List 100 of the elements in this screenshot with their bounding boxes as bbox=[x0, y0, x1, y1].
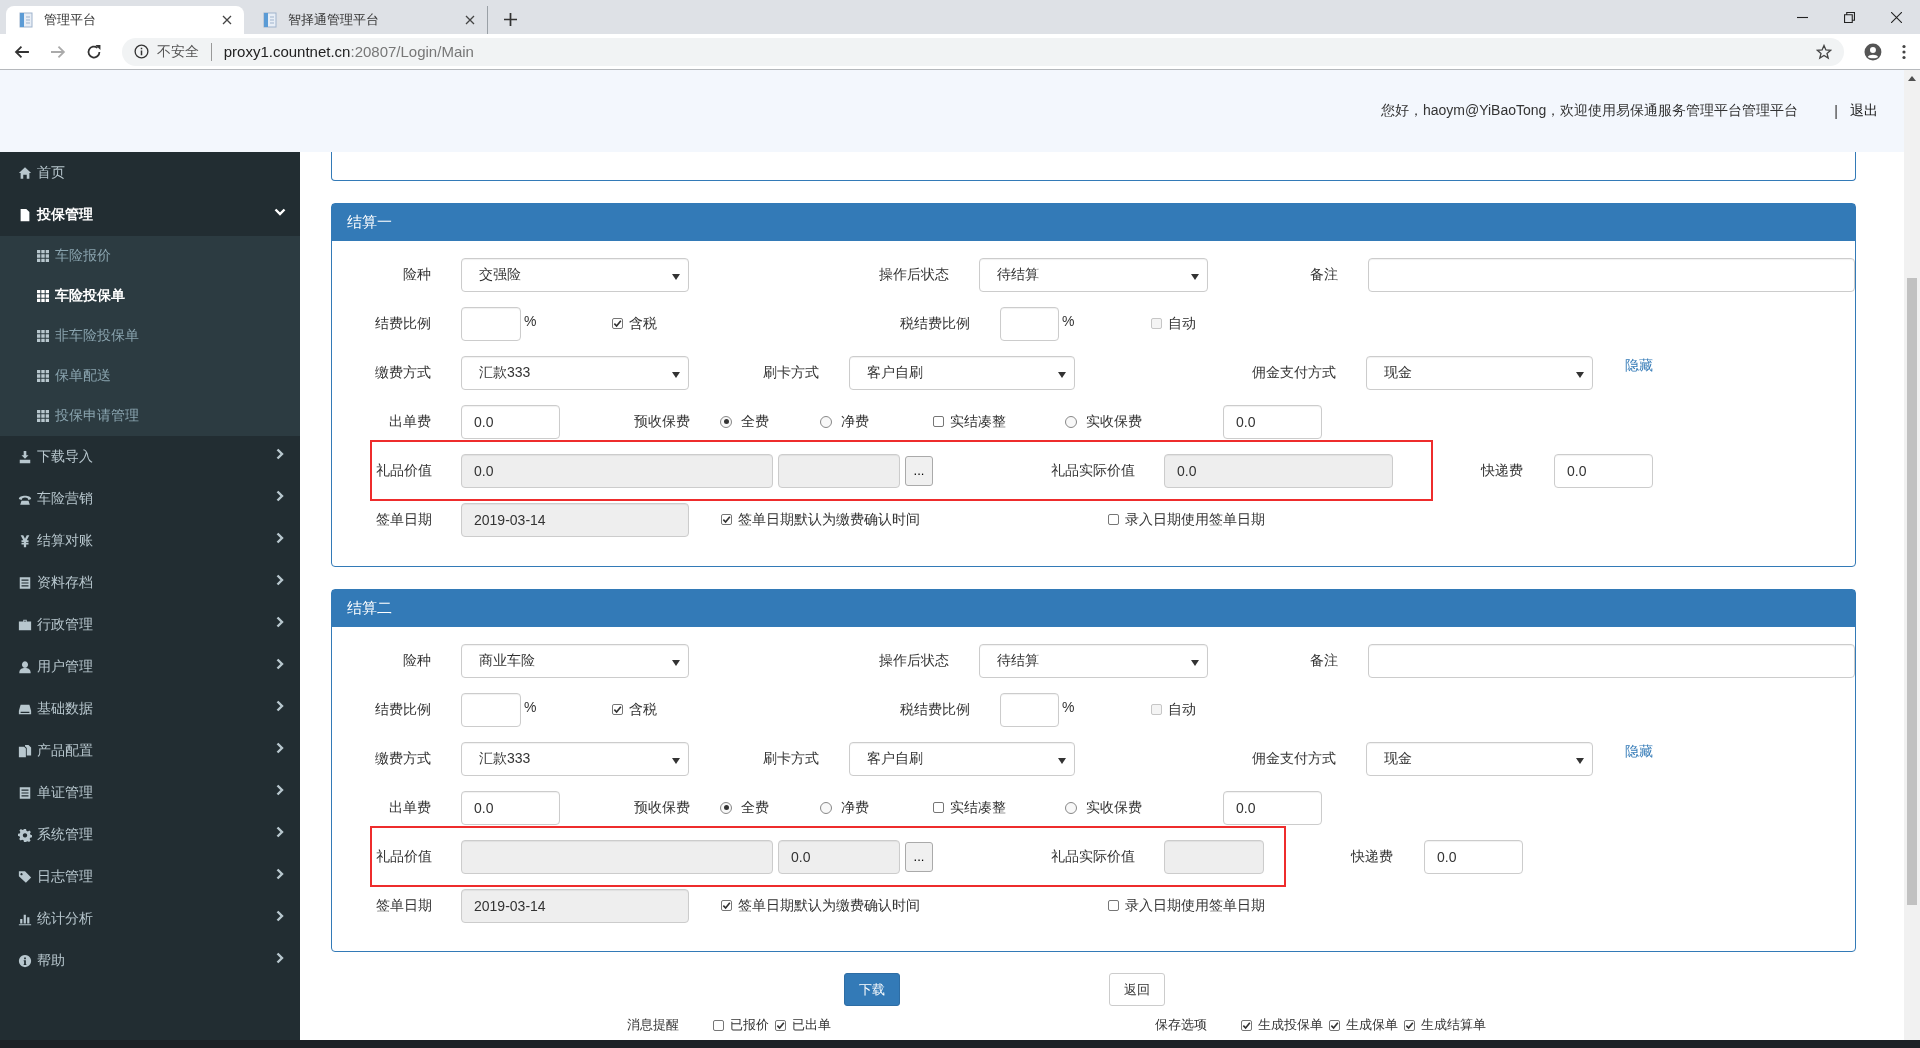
radio-button[interactable] bbox=[820, 415, 832, 428]
bar-chart-icon bbox=[18, 912, 32, 926]
grid-icon bbox=[37, 410, 49, 422]
chevron-right-icon bbox=[274, 952, 286, 964]
sidebar-item[interactable]: 系统管理 bbox=[0, 814, 300, 856]
close-icon[interactable] bbox=[465, 15, 475, 25]
checkbox[interactable] bbox=[933, 802, 944, 813]
option-group-label: 保存选项 bbox=[1155, 1016, 1208, 1034]
grid-icon bbox=[37, 330, 49, 342]
text-field[interactable] bbox=[1000, 306, 1059, 341]
dropdown[interactable]: 汇款333 bbox=[461, 741, 689, 776]
text-field[interactable]: 0.0 bbox=[1424, 839, 1523, 874]
restore-icon[interactable] bbox=[1844, 11, 1855, 23]
checkbox[interactable] bbox=[1108, 900, 1119, 911]
checkbox[interactable] bbox=[612, 318, 623, 329]
close-icon[interactable] bbox=[222, 15, 232, 25]
scrollbar-thumb[interactable] bbox=[1907, 278, 1917, 905]
sidebar-item[interactable]: 帮助 bbox=[0, 940, 300, 982]
caret-icon bbox=[1576, 371, 1584, 378]
chevron-right-icon bbox=[274, 616, 286, 628]
checkbox[interactable] bbox=[612, 704, 623, 715]
hide-link[interactable]: 隐藏 bbox=[1625, 356, 1653, 375]
address-bar[interactable]: 不安全 proxy1.countnet.cn:20807/Login/Main bbox=[121, 37, 1845, 66]
logout-link[interactable]: 退出 bbox=[1850, 102, 1878, 120]
checkbox[interactable] bbox=[1404, 1019, 1415, 1031]
sidebar-item[interactable]: 产品配置 bbox=[0, 730, 300, 772]
sidebar-item[interactable]: 单证管理 bbox=[0, 772, 300, 814]
text-field[interactable]: 0.0 bbox=[461, 404, 560, 439]
dropdown[interactable]: 待结算 bbox=[979, 257, 1208, 292]
text-field[interactable] bbox=[461, 306, 521, 341]
text-field[interactable]: 0.0 bbox=[1223, 790, 1322, 825]
dropdown[interactable]: 客户自刷 bbox=[849, 741, 1075, 776]
back-button[interactable]: 返回 bbox=[1109, 973, 1165, 1006]
dropdown[interactable]: 现金 bbox=[1366, 355, 1593, 390]
forward-icon[interactable] bbox=[49, 43, 66, 60]
radio-label: 实收保费 bbox=[1086, 412, 1142, 431]
sidebar-item[interactable]: 用户管理 bbox=[0, 646, 300, 688]
text-field[interactable] bbox=[1368, 643, 1855, 678]
account-icon[interactable] bbox=[1864, 42, 1882, 61]
briefcase-icon bbox=[18, 618, 32, 632]
grid-icon bbox=[37, 290, 49, 302]
browser-tab[interactable]: 管理平台 bbox=[6, 6, 244, 34]
text-field[interactable] bbox=[1368, 257, 1855, 292]
unit-label: % bbox=[524, 699, 538, 715]
star-icon[interactable] bbox=[1816, 43, 1833, 60]
checkbox[interactable] bbox=[1108, 514, 1119, 525]
field-label: 出单费 bbox=[388, 412, 431, 431]
download-button[interactable]: 下载 bbox=[844, 973, 900, 1006]
sidebar-item[interactable]: 行政管理 bbox=[0, 604, 300, 646]
field-label: 操作后状态 bbox=[878, 651, 949, 670]
reload-icon[interactable] bbox=[85, 43, 102, 60]
checkbox[interactable] bbox=[933, 416, 944, 427]
radio-button[interactable] bbox=[720, 415, 732, 428]
sidebar-item[interactable]: 首页 bbox=[0, 152, 300, 194]
caret-icon bbox=[1576, 757, 1584, 764]
sidebar-item[interactable]: 投保管理 bbox=[0, 194, 300, 236]
scrollbar[interactable] bbox=[1904, 70, 1920, 1040]
radio-button[interactable] bbox=[1065, 415, 1077, 428]
checkbox[interactable] bbox=[721, 900, 732, 911]
back-icon[interactable] bbox=[14, 43, 30, 60]
submenu-item[interactable]: 非车险投保单 bbox=[0, 316, 300, 356]
text-field[interactable]: 0.0 bbox=[1554, 453, 1653, 488]
checkbox[interactable] bbox=[721, 514, 732, 525]
settings-icon bbox=[18, 828, 32, 842]
submenu-item[interactable]: 车险报价 bbox=[0, 236, 300, 276]
checkbox[interactable] bbox=[713, 1019, 724, 1031]
dropdown[interactable]: 现金 bbox=[1366, 741, 1593, 776]
dropdown[interactable]: 客户自刷 bbox=[849, 355, 1075, 390]
dropdown[interactable]: 待结算 bbox=[979, 643, 1208, 678]
submenu-item[interactable]: 投保申请管理 bbox=[0, 396, 300, 436]
sidebar-item[interactable]: 基础数据 bbox=[0, 688, 300, 730]
dropdown[interactable]: 交强险 bbox=[461, 257, 689, 292]
sidebar-item[interactable]: 车险营销 bbox=[0, 478, 300, 520]
sidebar-item[interactable]: 结算对账 bbox=[0, 520, 300, 562]
sidebar-item[interactable]: 统计分析 bbox=[0, 898, 300, 940]
checkbox[interactable] bbox=[1241, 1019, 1252, 1031]
checkbox[interactable] bbox=[1329, 1019, 1340, 1031]
plus-icon[interactable] bbox=[504, 12, 517, 26]
text-field[interactable] bbox=[461, 692, 521, 727]
checkbox[interactable] bbox=[775, 1019, 786, 1031]
text-field[interactable]: 0.0 bbox=[461, 790, 560, 825]
sidebar-item[interactable]: 下载导入 bbox=[0, 436, 300, 478]
hide-link[interactable]: 隐藏 bbox=[1625, 742, 1653, 761]
radio-button[interactable] bbox=[720, 801, 732, 814]
dropdown[interactable]: 商业车险 bbox=[461, 643, 689, 678]
sidebar-item[interactable]: 资料存档 bbox=[0, 562, 300, 604]
radio-button[interactable] bbox=[1065, 801, 1077, 814]
dropdown[interactable]: 汇款333 bbox=[461, 355, 689, 390]
text-field[interactable] bbox=[1000, 692, 1059, 727]
radio-button[interactable] bbox=[820, 801, 832, 814]
browse-button[interactable]: ... bbox=[905, 841, 933, 872]
scroll-up-icon[interactable] bbox=[1908, 76, 1916, 81]
menu-icon[interactable] bbox=[1902, 43, 1906, 60]
close-icon[interactable] bbox=[1891, 11, 1902, 23]
browse-button[interactable]: ... bbox=[905, 455, 933, 486]
text-field[interactable]: 0.0 bbox=[1223, 404, 1322, 439]
sidebar-item[interactable]: 日志管理 bbox=[0, 856, 300, 898]
submenu-item[interactable]: 保单配送 bbox=[0, 356, 300, 396]
caret-icon bbox=[672, 371, 680, 378]
submenu-item[interactable]: 车险投保单 bbox=[0, 276, 300, 316]
